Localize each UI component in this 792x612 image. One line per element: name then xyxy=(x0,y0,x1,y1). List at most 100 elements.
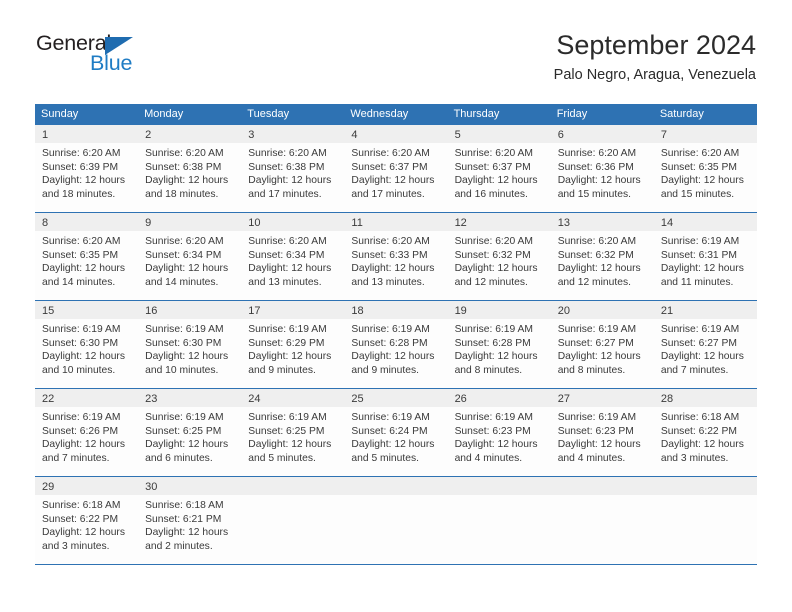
weekday-header-tuesday: Tuesday xyxy=(247,108,290,120)
day-number[interactable]: 12 xyxy=(448,213,551,231)
day-number[interactable]: 23 xyxy=(138,389,241,407)
day-number[interactable]: 4 xyxy=(344,125,447,143)
day-cell[interactable]: Sunrise: 6:19 AM Sunset: 6:28 PM Dayligh… xyxy=(448,319,551,388)
day-number[interactable]: 28 xyxy=(654,389,757,407)
sunrise-text: Sunrise: 6:19 AM xyxy=(454,324,533,335)
day-cell[interactable]: Sunrise: 6:19 AM Sunset: 6:31 PM Dayligh… xyxy=(654,231,757,300)
day-number[interactable]: 10 xyxy=(241,213,344,231)
day-cell[interactable]: Sunrise: 6:19 AM Sunset: 6:23 PM Dayligh… xyxy=(551,407,654,476)
day-number-empty xyxy=(448,477,551,495)
day-number[interactable]: 13 xyxy=(551,213,654,231)
sunrise-text: Sunrise: 6:20 AM xyxy=(454,236,533,247)
daylight-text-line2: and 13 minutes. xyxy=(248,276,322,288)
day-cell[interactable]: Sunrise: 6:19 AM Sunset: 6:27 PM Dayligh… xyxy=(654,319,757,388)
sunset-text: Sunset: 6:23 PM xyxy=(557,425,634,437)
sunrise-text: Sunrise: 6:20 AM xyxy=(557,236,637,247)
day-cell[interactable]: Sunrise: 6:19 AM Sunset: 6:27 PM Dayligh… xyxy=(551,319,654,388)
day-info-band: Sunrise: 6:20 AM Sunset: 6:39 PM Dayligh… xyxy=(35,143,757,212)
sunrise-text: Sunrise: 6:19 AM xyxy=(145,412,224,423)
day-number[interactable]: 7 xyxy=(654,125,757,143)
day-cell[interactable]: Sunrise: 6:19 AM Sunset: 6:29 PM Dayligh… xyxy=(241,319,344,388)
day-number[interactable]: 21 xyxy=(654,301,757,319)
sunset-text: Sunset: 6:34 PM xyxy=(145,249,222,261)
daylight-text-line2: and 2 minutes. xyxy=(145,540,213,552)
day-number[interactable]: 16 xyxy=(138,301,241,319)
day-number[interactable]: 20 xyxy=(551,301,654,319)
day-cell[interactable]: Sunrise: 6:19 AM Sunset: 6:30 PM Dayligh… xyxy=(138,319,241,388)
sunset-text: Sunset: 6:32 PM xyxy=(557,249,634,261)
daylight-text-line1: Daylight: 12 hours xyxy=(248,439,332,451)
day-cell[interactable]: Sunrise: 6:19 AM Sunset: 6:28 PM Dayligh… xyxy=(344,319,447,388)
sunset-text: Sunset: 6:30 PM xyxy=(42,337,119,349)
day-number[interactable]: 26 xyxy=(448,389,551,407)
day-cell[interactable]: Sunrise: 6:19 AM Sunset: 6:26 PM Dayligh… xyxy=(35,407,138,476)
day-cell[interactable]: Sunrise: 6:20 AM Sunset: 6:39 PM Dayligh… xyxy=(35,143,138,212)
day-number[interactable]: 2 xyxy=(138,125,241,143)
day-cell-empty xyxy=(241,495,344,564)
day-number[interactable]: 24 xyxy=(241,389,344,407)
day-cell-empty xyxy=(654,495,757,564)
daylight-text-line1: Daylight: 12 hours xyxy=(454,263,538,275)
day-number-band: 1 2 3 4 5 6 7 xyxy=(35,125,757,143)
day-cell[interactable]: Sunrise: 6:19 AM Sunset: 6:30 PM Dayligh… xyxy=(35,319,138,388)
sunrise-text: Sunrise: 6:20 AM xyxy=(660,148,740,159)
sunset-text: Sunset: 6:25 PM xyxy=(145,425,222,437)
day-number[interactable]: 25 xyxy=(344,389,447,407)
day-cell[interactable]: Sunrise: 6:18 AM Sunset: 6:21 PM Dayligh… xyxy=(138,495,241,564)
day-number[interactable]: 3 xyxy=(241,125,344,143)
daylight-text-line2: and 13 minutes. xyxy=(351,276,425,288)
sunrise-text: Sunrise: 6:19 AM xyxy=(248,324,327,335)
sunrise-text: Sunrise: 6:20 AM xyxy=(145,148,224,159)
day-number[interactable]: 8 xyxy=(35,213,138,231)
day-cell[interactable]: Sunrise: 6:20 AM Sunset: 6:37 PM Dayligh… xyxy=(344,143,447,212)
day-cell[interactable]: Sunrise: 6:20 AM Sunset: 6:35 PM Dayligh… xyxy=(35,231,138,300)
day-number[interactable]: 9 xyxy=(138,213,241,231)
day-number[interactable]: 15 xyxy=(35,301,138,319)
day-number-empty xyxy=(654,477,757,495)
day-cell[interactable]: Sunrise: 6:20 AM Sunset: 6:36 PM Dayligh… xyxy=(551,143,654,212)
day-number[interactable]: 29 xyxy=(35,477,138,495)
day-cell[interactable]: Sunrise: 6:20 AM Sunset: 6:38 PM Dayligh… xyxy=(241,143,344,212)
day-cell[interactable]: Sunrise: 6:20 AM Sunset: 6:32 PM Dayligh… xyxy=(551,231,654,300)
day-number[interactable]: 6 xyxy=(551,125,654,143)
sunrise-text: Sunrise: 6:20 AM xyxy=(248,148,327,159)
day-number[interactable]: 14 xyxy=(654,213,757,231)
weekday-header-monday: Monday xyxy=(144,108,184,120)
day-cell[interactable]: Sunrise: 6:19 AM Sunset: 6:23 PM Dayligh… xyxy=(448,407,551,476)
daylight-text-line2: and 6 minutes. xyxy=(145,452,213,464)
day-cell[interactable]: Sunrise: 6:20 AM Sunset: 6:34 PM Dayligh… xyxy=(138,231,241,300)
day-cell[interactable]: Sunrise: 6:19 AM Sunset: 6:25 PM Dayligh… xyxy=(138,407,241,476)
sunset-text: Sunset: 6:35 PM xyxy=(660,161,737,173)
day-number[interactable]: 30 xyxy=(138,477,241,495)
day-cell[interactable]: Sunrise: 6:19 AM Sunset: 6:25 PM Dayligh… xyxy=(241,407,344,476)
day-number-band: 8 9 10 11 12 13 14 xyxy=(35,213,757,231)
day-cell[interactable]: Sunrise: 6:20 AM Sunset: 6:32 PM Dayligh… xyxy=(448,231,551,300)
day-cell[interactable]: Sunrise: 6:20 AM Sunset: 6:35 PM Dayligh… xyxy=(654,143,757,212)
day-number[interactable]: 19 xyxy=(448,301,551,319)
day-cell[interactable]: Sunrise: 6:20 AM Sunset: 6:38 PM Dayligh… xyxy=(138,143,241,212)
day-number[interactable]: 1 xyxy=(35,125,138,143)
sunset-text: Sunset: 6:31 PM xyxy=(660,249,737,261)
sunrise-text: Sunrise: 6:19 AM xyxy=(557,324,637,335)
day-number[interactable]: 17 xyxy=(241,301,344,319)
daylight-text-line1: Daylight: 12 hours xyxy=(145,351,229,363)
sunset-text: Sunset: 6:25 PM xyxy=(248,425,325,437)
day-number[interactable]: 18 xyxy=(344,301,447,319)
page-subtitle: Palo Negro, Aragua, Venezuela xyxy=(553,67,756,84)
day-cell[interactable]: Sunrise: 6:20 AM Sunset: 6:34 PM Dayligh… xyxy=(241,231,344,300)
day-number[interactable]: 22 xyxy=(35,389,138,407)
day-cell[interactable]: Sunrise: 6:18 AM Sunset: 6:22 PM Dayligh… xyxy=(35,495,138,564)
day-number[interactable]: 27 xyxy=(551,389,654,407)
daylight-text-line2: and 17 minutes. xyxy=(351,188,425,200)
sunset-text: Sunset: 6:37 PM xyxy=(351,161,428,173)
day-cell[interactable]: Sunrise: 6:18 AM Sunset: 6:22 PM Dayligh… xyxy=(654,407,757,476)
day-cell[interactable]: Sunrise: 6:19 AM Sunset: 6:24 PM Dayligh… xyxy=(344,407,447,476)
day-number[interactable]: 5 xyxy=(448,125,551,143)
day-number[interactable]: 11 xyxy=(344,213,447,231)
daylight-text-line1: Daylight: 12 hours xyxy=(454,439,538,451)
day-cell[interactable]: Sunrise: 6:20 AM Sunset: 6:37 PM Dayligh… xyxy=(448,143,551,212)
day-number-band: 22 23 24 25 26 27 28 xyxy=(35,389,757,407)
sunset-text: Sunset: 6:28 PM xyxy=(351,337,428,349)
daylight-text-line2: and 14 minutes. xyxy=(145,276,219,288)
day-cell[interactable]: Sunrise: 6:20 AM Sunset: 6:33 PM Dayligh… xyxy=(344,231,447,300)
